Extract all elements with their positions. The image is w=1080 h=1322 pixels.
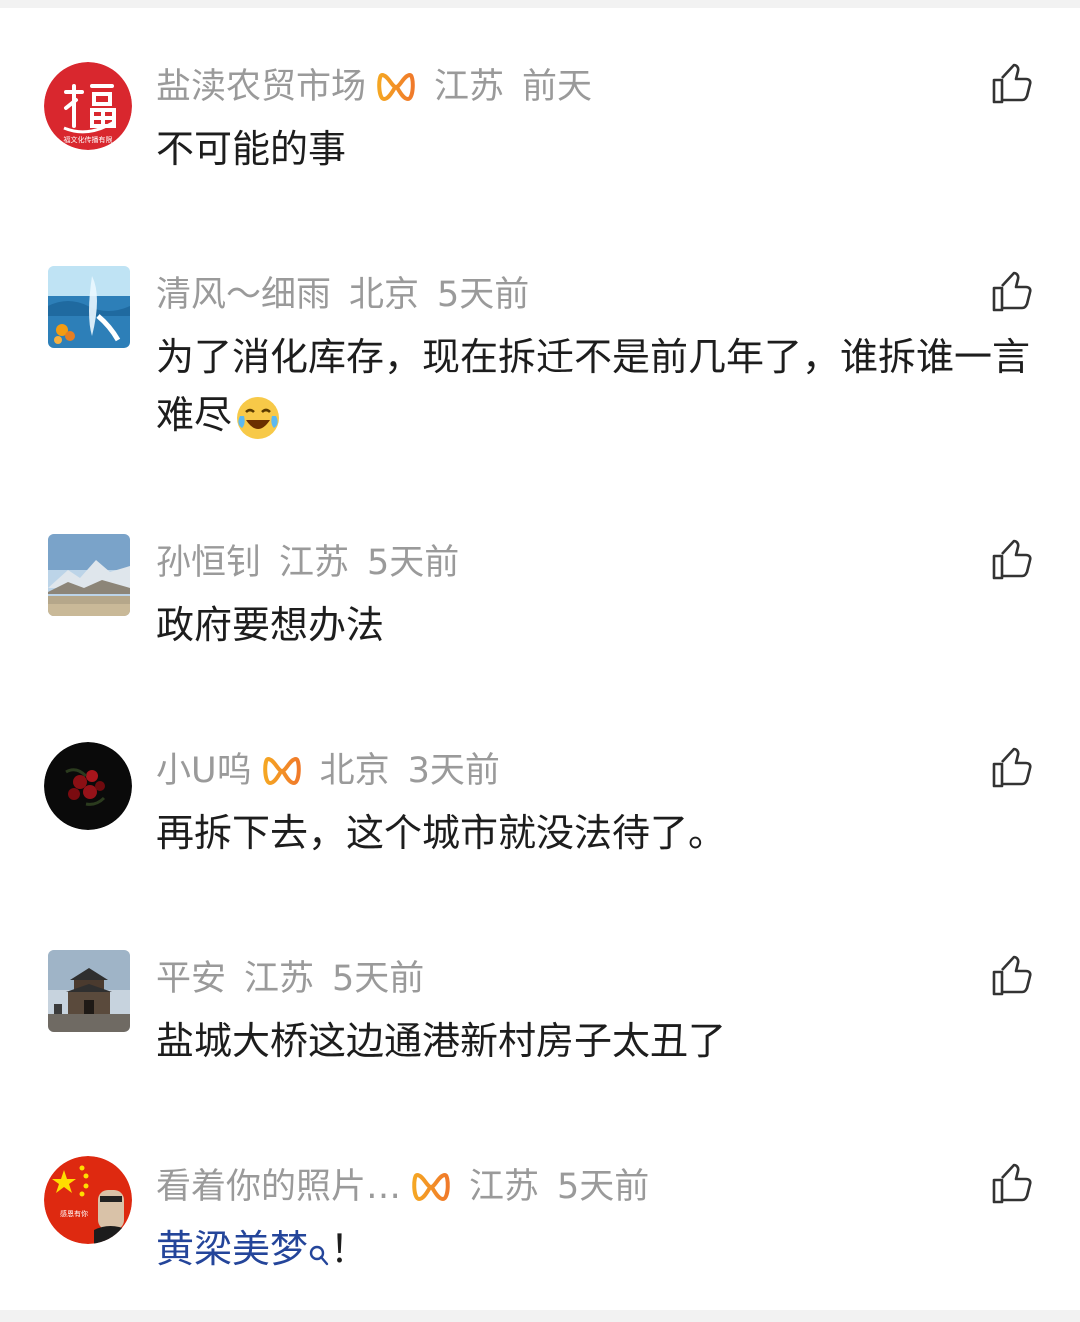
china-flag-avatar: 感恩有你 [44, 1156, 132, 1244]
comment-text: 黄梁美梦 ！ [156, 1220, 1036, 1278]
thumbs-up-icon [992, 271, 1032, 312]
user-avatar[interactable] [44, 742, 132, 830]
username[interactable]: 孙恒钊 [156, 537, 261, 589]
thumbs-up-icon [992, 63, 1032, 104]
thumbs-up-icon [992, 1163, 1032, 1204]
username[interactable]: 平安 [156, 953, 226, 1005]
comment-list: 福文化传播有限 盐渎农贸市场 江苏 前天 不可能的事 清风～细雨 北京 5天前 … [0, 8, 1080, 1310]
timestamp: 5天前 [437, 275, 530, 315]
user-avatar[interactable] [48, 950, 130, 1032]
like-button[interactable] [990, 270, 1034, 314]
crying-laughing-emoji [234, 394, 282, 442]
comment-text: 盐城大桥这边通港新村房子太丑了 [156, 1019, 727, 1063]
location: 江苏 [279, 543, 350, 583]
avatar-caption: 福文化传播有限 [64, 135, 113, 144]
user-avatar[interactable]: 福文化传播有限 [44, 62, 132, 150]
user-avatar[interactable] [48, 266, 130, 348]
comment-text-body: 为了消化库存，现在拆迁不是前几年了，谁拆谁一言难尽 [156, 335, 1031, 437]
like-button[interactable] [990, 746, 1034, 790]
fu-character-avatar: 福文化传播有限 [44, 62, 132, 150]
timestamp: 3天前 [407, 751, 500, 791]
snow-mountain-avatar [48, 534, 130, 616]
search-icon[interactable] [308, 1226, 330, 1266]
timestamp: 5天前 [557, 1167, 650, 1207]
like-button[interactable] [990, 538, 1034, 582]
comment-meta: 孙恒钊 江苏 5天前 [156, 536, 459, 588]
red-roses-avatar [44, 742, 132, 830]
location: 北京 [319, 751, 390, 791]
comment-text: 再拆下去，这个城市就没法待了。 [156, 811, 727, 855]
comment-meta: 小U呜 北京 3天前 [156, 744, 500, 796]
vip-badge-icon [411, 1167, 451, 1207]
comment-text: 为了消化库存，现在拆迁不是前几年了，谁拆谁一言难尽 [156, 328, 1036, 444]
location: 江苏 [469, 1167, 540, 1207]
user-avatar[interactable]: 感恩有你 [44, 1156, 132, 1244]
location: 江苏 [244, 959, 315, 999]
timestamp: 5天前 [332, 959, 425, 999]
vip-badge-icon [376, 67, 416, 107]
username[interactable]: 盐渎农贸市场 [156, 61, 366, 113]
comment-suffix: ！ [330, 1227, 369, 1271]
timestamp: 前天 [522, 67, 593, 107]
comment-meta: 清风～细雨 北京 5天前 [156, 268, 529, 320]
thumbs-up-icon [992, 539, 1032, 580]
topic-link[interactable]: 黄梁美梦 [156, 1227, 308, 1271]
thumbs-up-icon [992, 955, 1032, 996]
thumbs-up-icon [992, 747, 1032, 788]
comment-text: 政府要想办法 [156, 603, 385, 647]
avatar-caption: 感恩有你 [60, 1209, 88, 1218]
water-splash-avatar [48, 266, 130, 348]
timestamp: 5天前 [367, 543, 460, 583]
like-button[interactable] [990, 954, 1034, 998]
username[interactable]: 清风～细雨 [156, 269, 331, 321]
like-button[interactable] [990, 1162, 1034, 1206]
like-button[interactable] [990, 62, 1034, 106]
ancient-gate-tower-avatar [48, 950, 130, 1032]
location: 江苏 [434, 67, 505, 107]
comment-meta: 平安 江苏 5天前 [156, 952, 424, 1004]
comment-meta: 盐渎农贸市场 江苏 前天 [156, 60, 592, 112]
comment-meta: 看着你的照片… 江苏 5天前 [156, 1160, 649, 1212]
username[interactable]: 看着你的照片… [156, 1161, 401, 1213]
username[interactable]: 小U呜 [156, 745, 252, 797]
vip-badge-icon [262, 751, 302, 791]
comment-text: 不可能的事 [156, 127, 347, 171]
user-avatar[interactable] [48, 534, 130, 616]
location: 北京 [349, 275, 420, 315]
